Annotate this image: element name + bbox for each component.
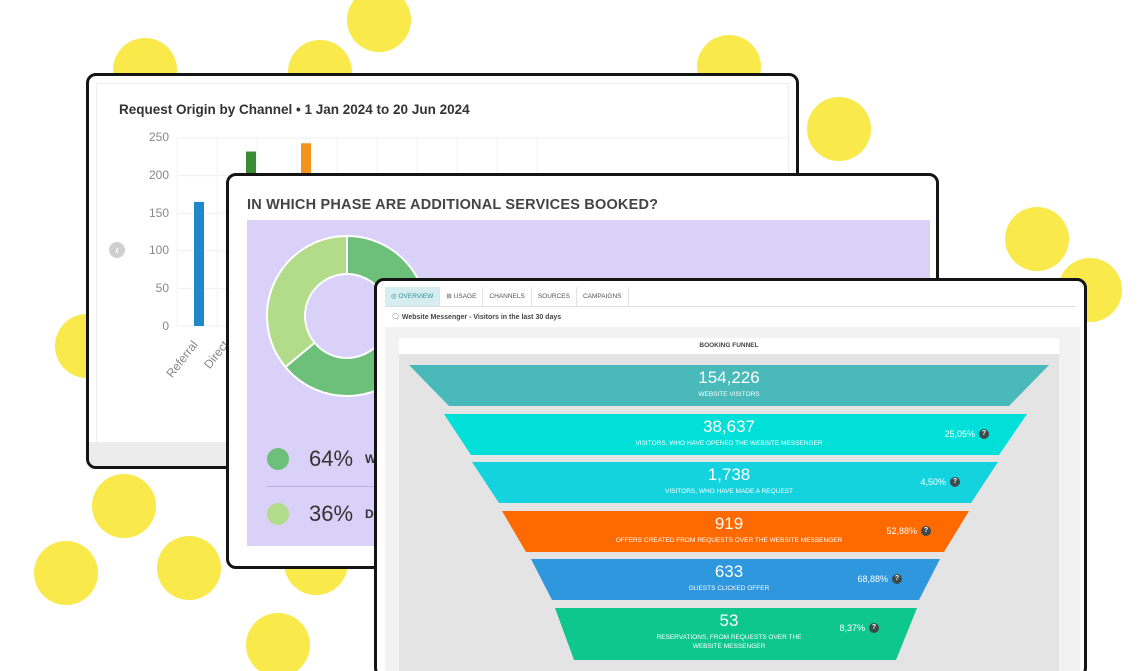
booking-funnel-card: ◎ OVERVIEW ⊞ USAGE CHANNELS SOURCES CAMP… (374, 278, 1087, 671)
stage-rate-value: 25,05% (944, 429, 975, 439)
tab-overview[interactable]: ◎ OVERVIEW (385, 287, 441, 306)
legend-percent: 36% (309, 501, 354, 526)
stage-label: VISITORS, WHO HAVE MADE A REQUEST (665, 488, 793, 495)
funnel-stage-reservations[interactable]: 53 RESERVATIONS, FROM REQUESTS OVER THE … (399, 608, 1059, 660)
stage-value: 53 (719, 611, 739, 630)
stage-rate: 52,88%? (886, 526, 931, 536)
stage-rate: 68,88%? (857, 574, 902, 584)
chevron-left-icon[interactable]: ‹ (109, 242, 125, 258)
stage-label: RESERVATIONS, FROM REQUESTS OVER THE WEB… (656, 634, 802, 650)
help-icon[interactable]: ? (869, 623, 879, 633)
decorative-dot (807, 97, 871, 161)
legend-item: 36% DI (267, 501, 377, 527)
help-icon[interactable]: ? (921, 526, 931, 536)
tab-channels[interactable]: CHANNELS (483, 287, 532, 306)
funnel-stage-requests[interactable]: 1,738 VISITORS, WHO HAVE MADE A REQUEST … (399, 462, 1059, 503)
stage-rate-value: 68,88% (857, 574, 888, 584)
decorative-dot (34, 541, 98, 605)
funnel-title: BOOKING FUNNEL (399, 338, 1059, 354)
legend-swatch (267, 448, 289, 470)
stage-rate: 8,37%? (839, 623, 879, 633)
donut-slice[interactable] (266, 234, 348, 369)
card-title: IN WHICH PHASE ARE ADDITIONAL SERVICES B… (247, 197, 659, 213)
bar[interactable] (194, 201, 204, 326)
tab-bar: ◎ OVERVIEW ⊞ USAGE CHANNELS SOURCES CAMP… (385, 287, 629, 306)
legend-swatch (267, 503, 289, 525)
stage-rate-value: 8,37% (839, 623, 865, 633)
stage-value: 919 (714, 514, 744, 533)
help-icon[interactable]: ? (979, 429, 989, 439)
tab-campaigns[interactable]: CAMPAIGNS (577, 287, 629, 306)
decorative-dot (1005, 207, 1069, 271)
stage-value: 154,226 (698, 368, 760, 387)
decorative-dot (246, 613, 310, 671)
stage-rate: 25,05%? (944, 429, 989, 439)
decorative-dot (157, 536, 221, 600)
tab-usage[interactable]: ⊞ USAGE (440, 287, 484, 306)
stage-label: VISITORS, WHO HAVE OPENED THE WEBSITE ME… (635, 440, 823, 447)
stage-value: 1,738 (707, 465, 751, 484)
legend-percent: 64% (309, 446, 354, 471)
stage-label: WEBSITE VISITORS (698, 391, 760, 398)
funnel-stage-messenger-opened[interactable]: 38,637 VISITORS, WHO HAVE OPENED THE WEB… (399, 414, 1059, 455)
chat-bubble-icon: 🗨 (391, 314, 400, 321)
funnel-stage-offers-created[interactable]: 919 OFFERS CREATED FROM REQUESTS OVER TH… (399, 511, 1059, 552)
section-subheader: 🗨 Website Messenger - Visitors in the las… (391, 313, 561, 321)
stage-value: 633 (714, 562, 744, 581)
stage-rate: 4,50%? (920, 477, 960, 487)
subheader-text: Website Messenger - Visitors in the last… (401, 314, 562, 321)
stage-label: GUESTS CLICKED OFFER (688, 585, 770, 592)
funnel-stage-offer-clicked[interactable]: 633 GUESTS CLICKED OFFER 68,88%? (399, 559, 1059, 600)
help-icon[interactable]: ? (892, 574, 902, 584)
stage-rate-value: 52,88% (886, 526, 917, 536)
tab-divider (385, 306, 1076, 307)
help-icon[interactable]: ? (950, 477, 960, 487)
stage-rate-value: 4,50% (920, 477, 946, 487)
funnel-stage-website-visitors[interactable]: 154,226 WEBSITE VISITORS (399, 365, 1059, 406)
stage-label: OFFERS CREATED FROM REQUESTS OVER THE WE… (615, 537, 843, 544)
decorative-dot (347, 0, 411, 52)
funnel-container: BOOKING FUNNEL 154,226 WEBSITE VISITORS … (399, 338, 1059, 671)
decorative-dot (92, 474, 156, 538)
tab-sources[interactable]: SOURCES (532, 287, 577, 306)
legend-item: 64% W (267, 446, 376, 472)
